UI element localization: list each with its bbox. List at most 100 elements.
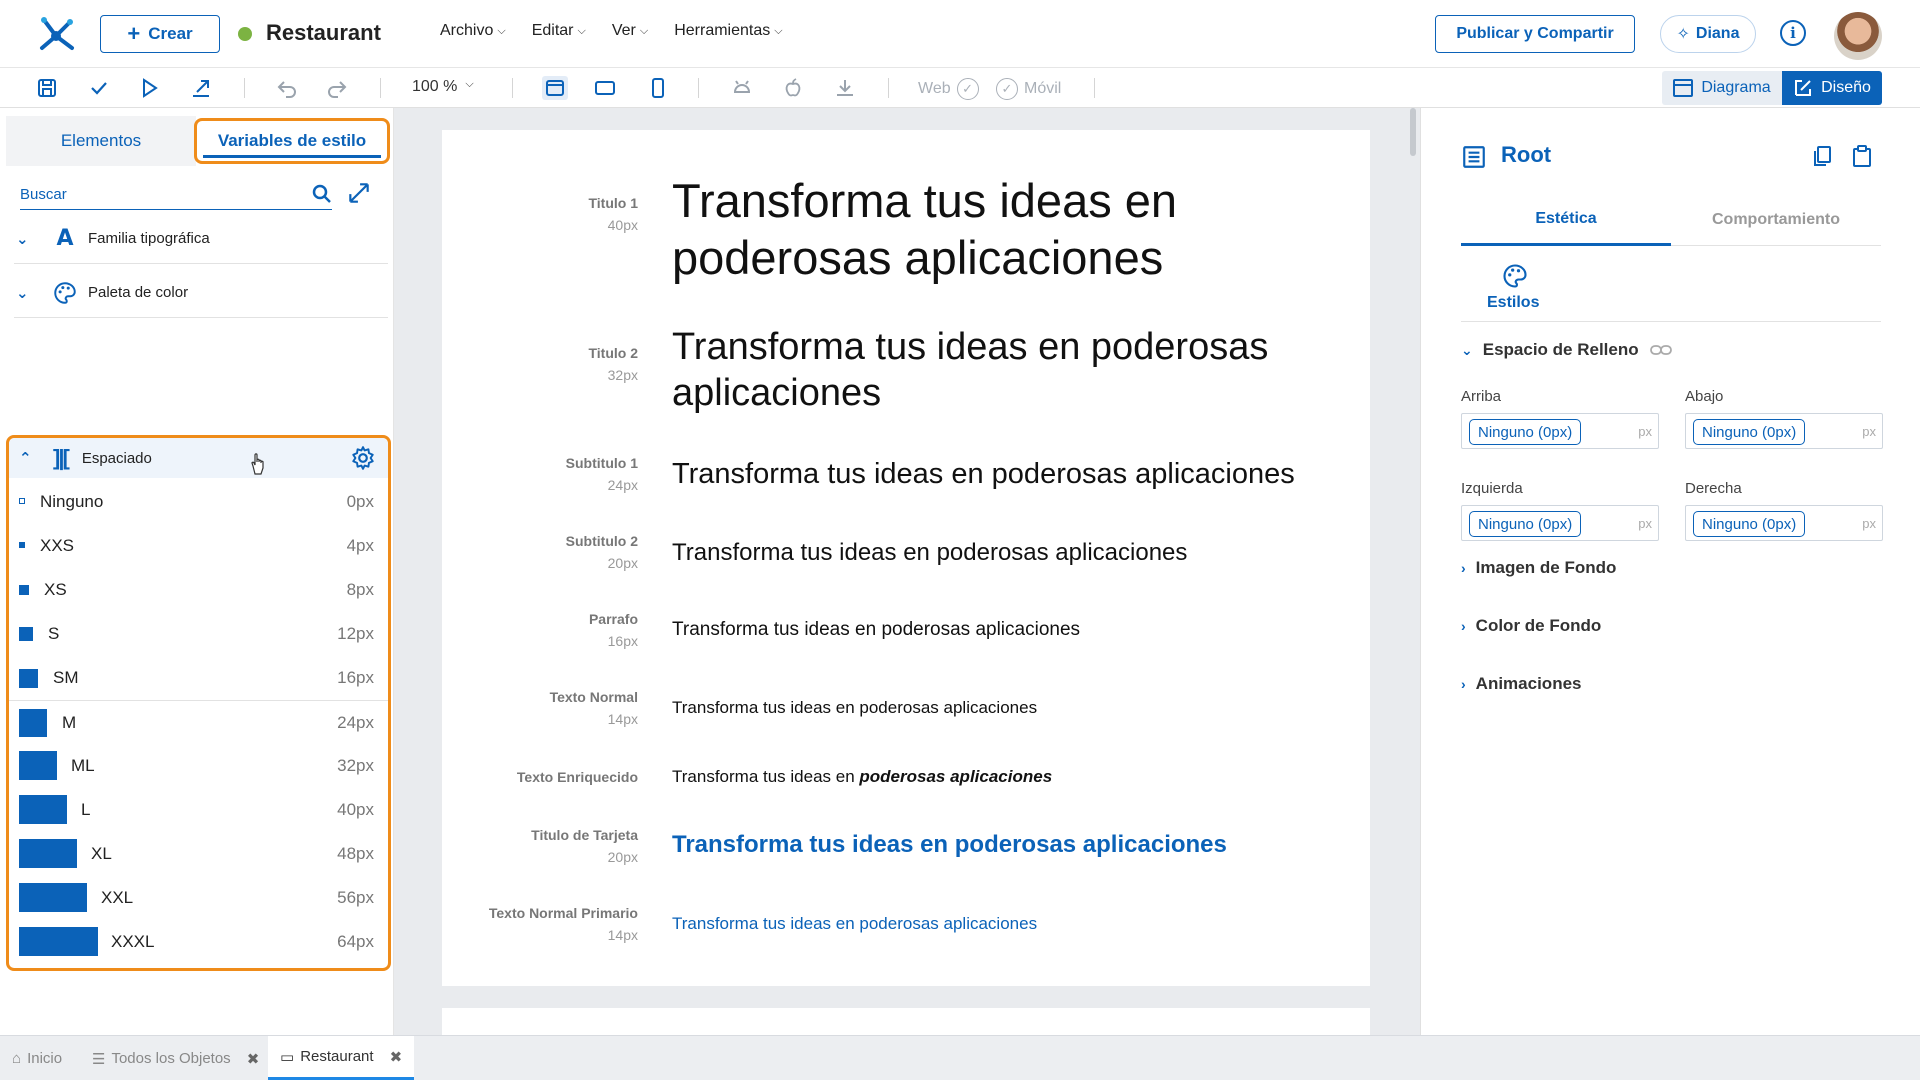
tab-elementos[interactable]: Elementos xyxy=(6,116,196,166)
chevron-right-icon: › xyxy=(1461,560,1466,576)
padding-top-field[interactable]: Ninguno (0px) px xyxy=(1461,413,1659,449)
padding-left-field[interactable]: Ninguno (0px) px xyxy=(1461,505,1659,541)
section-background-image[interactable]: › Imagen de Fondo xyxy=(1461,558,1616,578)
canvas-scrollbar[interactable] xyxy=(1410,108,1416,156)
android-icon[interactable] xyxy=(729,76,755,100)
zoom-select[interactable]: 100 % ⌵ xyxy=(412,78,474,96)
menu-archivo[interactable]: Archivo ⌵ xyxy=(440,22,506,40)
bottom-tab-todos-los-objetos[interactable]: ☰ Todos los Objetos ✖ xyxy=(92,1036,259,1080)
spacing-swatch xyxy=(19,585,29,595)
spacing-swatch xyxy=(19,709,47,737)
menu-herramientas[interactable]: Herramientas ⌵ xyxy=(674,22,782,40)
spacing-item-xxs[interactable]: XXS 4px xyxy=(9,524,388,568)
value-chip[interactable]: Ninguno (0px) xyxy=(1693,419,1806,445)
close-icon[interactable]: ✖ xyxy=(390,1048,403,1066)
emphasis-text: poderosas aplicaciones xyxy=(859,767,1053,786)
field-label-abajo: Abajo xyxy=(1685,388,1724,405)
bottom-tab-restaurant[interactable]: ▭ Restaurant ✖ xyxy=(268,1036,415,1080)
spacing-item-xxxl[interactable]: XXXL 64px xyxy=(9,920,388,964)
publish-share-button[interactable]: Publicar y Compartir xyxy=(1435,15,1635,53)
palette-icon xyxy=(1503,264,1527,288)
apple-icon[interactable] xyxy=(780,76,806,100)
design-canvas[interactable]: Titulo 1 40px Transforma tus ideas en pod… xyxy=(394,108,1420,1035)
info-icon[interactable]: i xyxy=(1780,20,1806,46)
close-icon[interactable]: ✖ xyxy=(247,1050,260,1068)
value-chip[interactable]: Ninguno (0px) xyxy=(1469,419,1582,445)
value-chip[interactable]: Ninguno (0px) xyxy=(1469,511,1582,537)
check-circle-icon: ✓ xyxy=(956,78,979,100)
sample-text: Transforma tus ideas en poderosas aplica… xyxy=(672,698,1038,717)
search-input[interactable] xyxy=(20,186,300,203)
spacing-swatch xyxy=(19,751,57,780)
spacing-item-sm[interactable]: SM 16px xyxy=(9,656,388,700)
redo-icon[interactable] xyxy=(324,76,350,100)
spacing-item-xxl[interactable]: XXL 56px xyxy=(9,876,388,920)
save-icon[interactable] xyxy=(34,76,60,100)
spacing-item-s[interactable]: S 12px xyxy=(9,612,388,656)
chevron-down-icon: ⌵ xyxy=(577,24,586,37)
chevron-down-icon: ⌵ xyxy=(465,78,474,90)
design-view-button[interactable]: Diseño xyxy=(1782,71,1882,105)
menu-ver[interactable]: Ver ⌵ xyxy=(612,22,648,40)
sample-text: Transforma tus ideas en poderosas aplica… xyxy=(672,619,1081,640)
design-icon xyxy=(1795,80,1812,96)
page-next-section[interactable] xyxy=(442,1008,1370,1035)
properties-panel: Root Estética Comportamiento Estilos ⌄ E… xyxy=(1420,108,1920,1035)
value-chip[interactable]: Ninguno (0px) xyxy=(1693,511,1806,537)
phone-view-icon[interactable] xyxy=(645,76,671,100)
styles-subtab[interactable]: Estilos xyxy=(1461,258,1881,322)
tablet-view-icon[interactable] xyxy=(592,76,618,100)
section-animations[interactable]: › Animaciones xyxy=(1461,674,1581,694)
section-font-family[interactable]: ⌄ A Familia tipográfica xyxy=(14,214,388,264)
create-button[interactable]: + Crear xyxy=(100,15,220,53)
user-avatar[interactable] xyxy=(1834,12,1882,60)
tab-variables-de-estilo[interactable]: Variables de estilo xyxy=(194,118,390,164)
section-padding[interactable]: ⌄ Espacio de Relleno xyxy=(1461,340,1673,360)
assistant-button[interactable]: ✧ Diana xyxy=(1660,15,1756,53)
spacing-section: ⌃ ]|[ Espaciado Ninguno 0px XXS 4px XS 8… xyxy=(6,435,391,971)
sparkle-icon: ✧ xyxy=(1676,26,1690,43)
top-header: + Crear Restaurant Archivo ⌵ Editar ⌵ Ver ⌵… xyxy=(0,0,1920,68)
gear-icon[interactable] xyxy=(350,445,376,471)
spacing-item-ninguno[interactable]: Ninguno 0px xyxy=(9,480,388,524)
spacing-swatch xyxy=(19,627,33,641)
mobile-target-toggle[interactable]: ✓ Móvil xyxy=(996,78,1061,100)
create-label: Crear xyxy=(148,24,193,43)
paste-icon[interactable] xyxy=(1851,144,1873,168)
check-icon[interactable] xyxy=(86,76,112,100)
download-icon[interactable] xyxy=(832,76,858,100)
spacing-swatch xyxy=(19,927,98,956)
section-color-palette[interactable]: ⌄ Paleta de color xyxy=(14,268,388,318)
undo-icon[interactable] xyxy=(274,76,300,100)
spacing-swatch xyxy=(19,542,25,548)
menu-editar[interactable]: Editar ⌵ xyxy=(532,22,586,40)
bottom-tab-inicio[interactable]: ⌂ Inicio xyxy=(12,1036,62,1080)
spacing-header[interactable]: ⌃ ]|[ Espaciado xyxy=(9,438,388,478)
spacing-item-ml[interactable]: ML 32px xyxy=(9,744,388,788)
field-label-izquierda: Izquierda xyxy=(1461,480,1523,497)
spacing-item-xs[interactable]: XS 8px xyxy=(9,568,388,612)
diagram-view-button[interactable]: Diagrama xyxy=(1662,71,1782,105)
bottom-tab-bar: ⌂ Inicio ☰ Todos los Objetos ✖ ▭ Restaur… xyxy=(0,1035,1920,1080)
copy-icon[interactable] xyxy=(1811,144,1833,168)
tab-comportamiento[interactable]: Comportamiento xyxy=(1671,194,1881,246)
page-root[interactable]: Titulo 1 40px Transforma tus ideas en pod… xyxy=(442,130,1370,986)
toolbar: 100 % ⌵ Web ✓ ✓ Móvil xyxy=(0,68,1920,108)
padding-bottom-field[interactable]: Ninguno (0px) px xyxy=(1685,413,1883,449)
web-target-toggle[interactable]: Web ✓ xyxy=(918,78,979,100)
spacing-item-m[interactable]: M 24px xyxy=(9,700,388,744)
export-icon[interactable] xyxy=(188,76,214,100)
tab-estetica[interactable]: Estética xyxy=(1461,194,1671,246)
search-icon[interactable] xyxy=(310,182,334,206)
section-background-color[interactable]: › Color de Fondo xyxy=(1461,616,1601,636)
expand-icon[interactable] xyxy=(346,180,372,206)
spacing-item-l[interactable]: L 40px xyxy=(9,788,388,832)
desktop-view-icon[interactable] xyxy=(542,76,568,100)
folder-icon: ▭ xyxy=(280,1048,295,1066)
padding-right-field[interactable]: Ninguno (0px) px xyxy=(1685,505,1883,541)
separator xyxy=(698,78,699,98)
app-logo-icon[interactable] xyxy=(36,14,76,54)
link-icon[interactable] xyxy=(1649,343,1673,357)
play-icon[interactable] xyxy=(136,76,162,100)
spacing-item-xl[interactable]: XL 48px xyxy=(9,832,388,876)
